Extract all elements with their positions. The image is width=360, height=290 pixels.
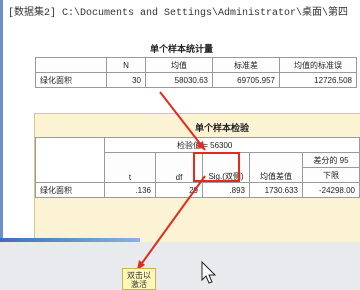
activate-tooltip: 双击以 激活 (122, 268, 156, 290)
mouse-pointer-icon (201, 260, 217, 284)
red-arrow-icon (136, 91, 206, 271)
annotation-overlay (136, 91, 217, 284)
tooltip-line-2: 激活 (131, 280, 147, 289)
tooltip-line-1: 双击以 (127, 271, 151, 280)
